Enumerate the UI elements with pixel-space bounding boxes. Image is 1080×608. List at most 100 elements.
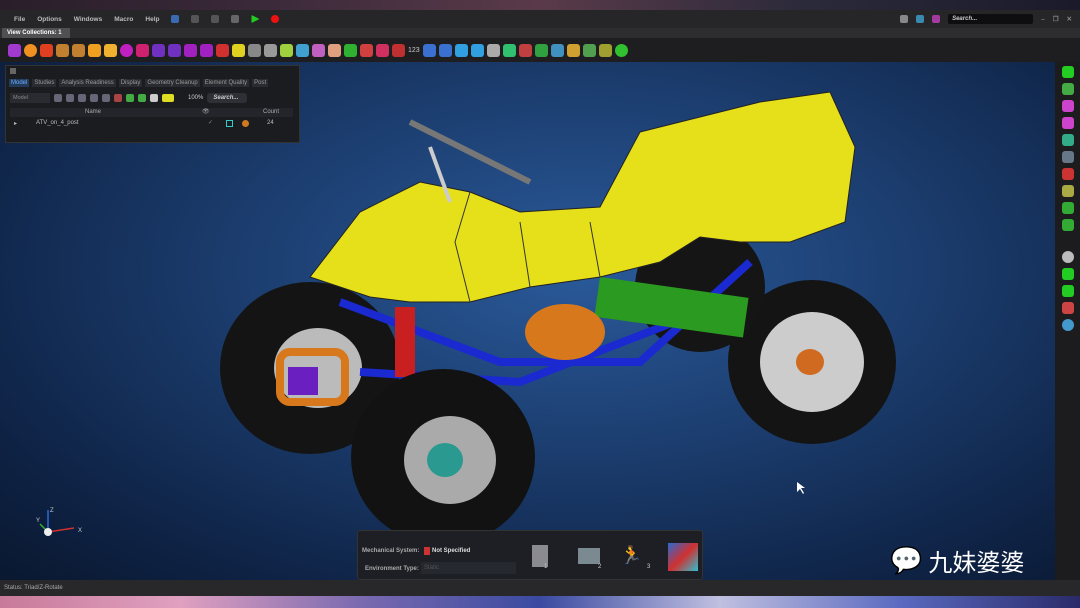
visibility-icon[interactable]: 👁 [202,108,210,115]
camera-icon[interactable] [900,15,909,23]
add-group-icon[interactable] [66,94,74,102]
book-icon[interactable] [578,548,600,564]
joint-icon[interactable] [376,43,389,57]
run-icon[interactable] [251,15,260,23]
points-icon[interactable] [264,43,277,57]
view-top-icon[interactable] [1061,117,1074,129]
cube-outline-icon[interactable] [72,43,85,57]
globe-icon[interactable] [1061,319,1074,331]
open-icon[interactable] [211,15,220,23]
view-cube-icon[interactable] [1061,66,1074,78]
tab-post[interactable]: Post [252,79,269,87]
material-sphere-icon[interactable] [1061,251,1074,263]
axis-icon[interactable] [1061,134,1074,146]
filter-icon[interactable] [90,94,98,102]
environment-type-select[interactable]: Static [421,562,516,574]
undo-icon[interactable] [171,15,180,23]
cube-violet-icon[interactable] [184,43,197,57]
tool-icon[interactable] [438,43,452,57]
results-icon[interactable] [668,543,698,571]
hand-icon[interactable] [328,43,341,57]
tool-icon[interactable] [422,43,436,57]
light-icon[interactable] [1061,185,1074,197]
sphere-purple-icon[interactable] [120,43,133,57]
label-icon[interactable] [162,94,174,102]
tab-model[interactable]: Model [9,79,30,87]
wrench-icon[interactable] [566,43,580,57]
tree2-icon[interactable] [138,94,146,102]
minimize-button[interactable]: – [1041,16,1045,23]
isolate-icon[interactable] [102,94,110,102]
view-front-icon[interactable] [1061,100,1074,112]
grid-icon[interactable] [534,43,548,57]
connector-icon[interactable] [344,43,357,57]
axis-green-icon[interactable] [1061,219,1074,231]
section-icon[interactable] [1061,168,1074,180]
line-icon[interactable] [280,43,293,57]
cube-outline-icon[interactable] [56,43,69,57]
cube-purple-icon[interactable] [168,43,181,57]
cube-orange-icon[interactable] [88,43,101,57]
spring-icon[interactable] [360,43,373,57]
expand-icon[interactable]: ▸ [14,120,17,127]
tab-element-quality[interactable]: Element Quality [202,79,250,87]
sphere-icon[interactable] [24,43,37,57]
menu-options[interactable]: Options [37,16,62,23]
graph-icon[interactable] [1061,202,1074,214]
line2-icon[interactable] [296,43,309,57]
parts-icon[interactable] [8,43,21,57]
flask-icon[interactable] [932,15,941,23]
col-name[interactable]: Name [85,109,101,115]
col-count[interactable]: Count [263,109,279,115]
zoom-level[interactable]: 100% [188,95,203,101]
record-icon[interactable] [271,15,280,23]
mechanical-system-value[interactable]: Not Specified [432,548,470,554]
check-icon[interactable]: ✓ [208,119,213,126]
plane-icon[interactable] [232,43,245,57]
cross-icon[interactable] [392,43,405,57]
clip-icon[interactable] [1061,302,1074,314]
search-zoom-icon[interactable] [502,43,516,57]
cone-icon[interactable] [550,43,564,57]
menu-windows[interactable]: Windows [74,16,102,23]
table-row[interactable]: ▸ ATV_on_4_post ✓ 24 [10,119,293,129]
molecule-icon[interactable] [312,43,325,57]
measure-icon[interactable] [216,43,229,57]
tab-view-collections[interactable]: View Collections: 1 [2,28,70,38]
layers-icon[interactable] [1061,268,1074,280]
cube-red-icon[interactable] [40,43,53,57]
restore-button[interactable]: ❐ [1053,15,1059,23]
flag-icon[interactable] [518,43,532,57]
layers2-icon[interactable] [1061,285,1074,297]
tab-studies[interactable]: Studies [32,79,57,87]
tab-display[interactable]: Display [118,79,143,87]
save-icon[interactable] [191,15,200,23]
tab-geometry-cleanup[interactable]: Geometry Cleanup [145,79,200,87]
view-iso-icon[interactable] [1061,83,1074,95]
menu-macro[interactable]: Macro [114,16,133,23]
show-box-icon[interactable] [226,120,233,127]
cube-violet-icon[interactable] [200,43,213,57]
cube-purple-icon[interactable] [152,43,165,57]
run-man-icon[interactable]: 🏃 [620,545,642,567]
dimension-icon[interactable] [454,43,468,57]
brick-icon[interactable] [598,43,612,57]
top-search-input[interactable]: Search... [948,14,1034,24]
layers-icon[interactable] [470,43,484,57]
tab-analysis-readiness[interactable]: Analysis Readiness [59,79,116,87]
filter-select[interactable]: Model [10,93,50,103]
columns-icon[interactable] [150,94,158,102]
refresh-icon[interactable] [614,43,628,57]
mesh-green-icon[interactable] [582,43,596,57]
menu-help[interactable]: Help [145,16,159,23]
grid-view-icon[interactable] [1061,151,1074,163]
cube-pink-icon[interactable] [136,43,149,57]
close-button[interactable]: ✕ [1067,15,1072,23]
cube-yellow-icon[interactable] [104,43,117,57]
disk-icon[interactable] [231,15,240,23]
mesh-icon[interactable] [248,43,261,57]
count-label[interactable]: 123 [408,47,420,54]
browser-search-input[interactable]: Search... [207,93,248,103]
add-part-icon[interactable] [54,94,62,102]
color-icon[interactable] [114,94,122,102]
